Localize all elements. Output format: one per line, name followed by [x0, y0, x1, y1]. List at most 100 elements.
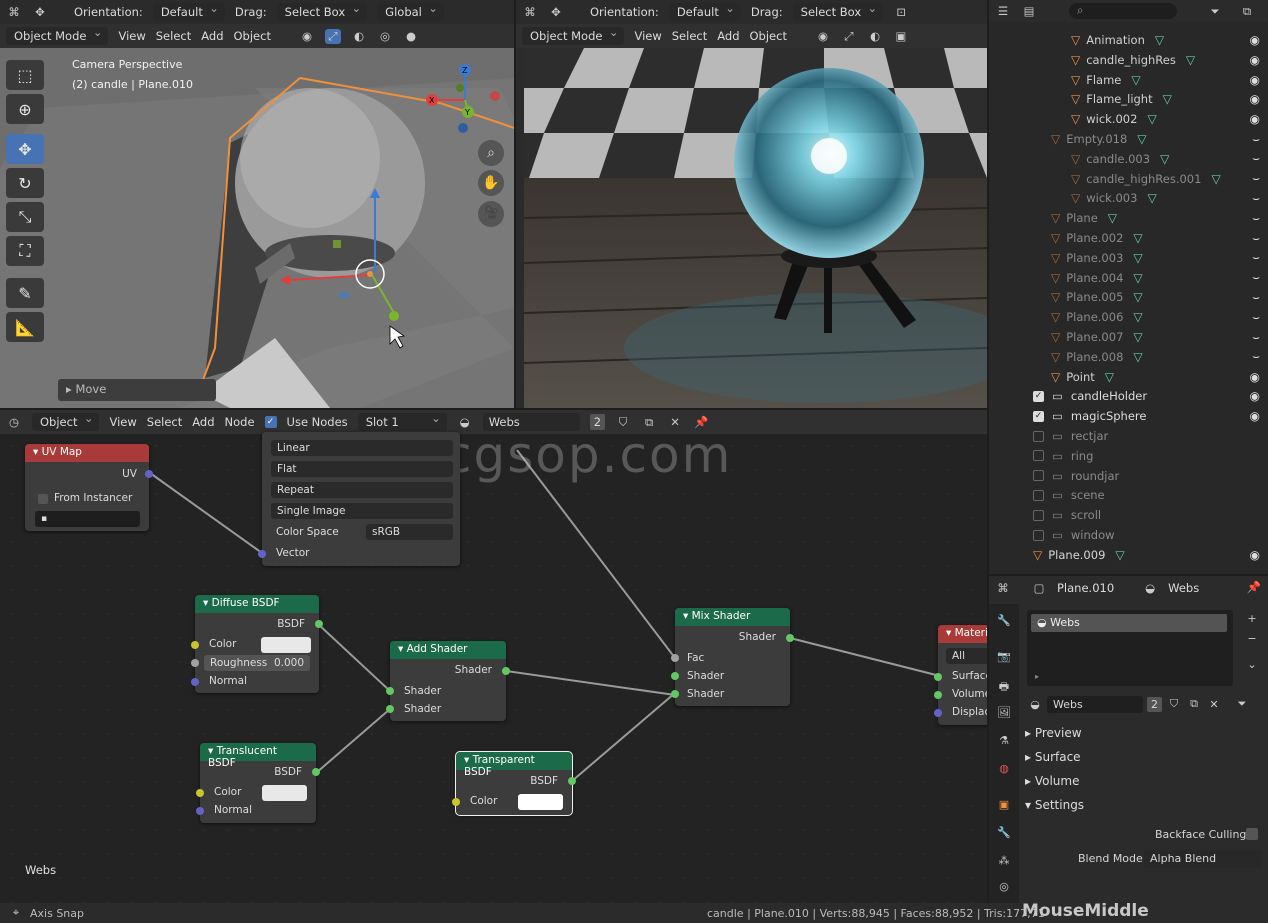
backface-culling-checkbox[interactable] [1246, 828, 1258, 840]
uv-output-socket[interactable] [145, 470, 153, 478]
displacement-input-socket[interactable] [934, 709, 942, 717]
cursor-tool-icon[interactable]: ⊕ [6, 94, 44, 124]
mesh-data-icon[interactable]: ▽ [1108, 211, 1117, 225]
mode-dropdown[interactable]: Object Mode [6, 25, 109, 45]
mesh-data-icon[interactable]: ▽ [1186, 53, 1195, 67]
rotate-tool-icon[interactable]: ↻ [6, 168, 44, 198]
volume-input-socket[interactable] [934, 691, 942, 699]
outliner-row[interactable]: ▽ Plane.003 ▽ ⌣ [989, 248, 1268, 268]
outliner-row[interactable]: ▽ Plane.009 ▽ ◉ [989, 545, 1268, 565]
eye-icon[interactable]: ◉ [1250, 548, 1260, 562]
mesh-data-icon[interactable]: ▽ [1131, 73, 1140, 87]
hidden-eye-icon[interactable]: ⌣ [1252, 330, 1260, 345]
outliner-row[interactable]: ▽ Plane.005 ▽ ⌣ [989, 287, 1268, 307]
outliner-row[interactable]: ▽ candle_highRes.001 ▽ ⌣ [989, 169, 1268, 189]
settings-panel-header[interactable]: ▾ Settings [1025, 798, 1084, 812]
preview-panel-header[interactable]: ▸ Preview [1025, 726, 1082, 740]
hidden-eye-icon[interactable]: ⌣ [1252, 349, 1260, 364]
filter-icon[interactable]: ⏷ [1207, 4, 1223, 19]
eye-icon[interactable]: ◉ [1250, 370, 1260, 384]
transform-tool-icon[interactable]: ⛶ [6, 236, 44, 266]
slot-specials-icon[interactable]: ⌄ [1244, 658, 1260, 671]
xray-icon[interactable]: ◐ [867, 29, 883, 43]
eye-icon[interactable]: ◉ [1250, 73, 1260, 87]
vector-input-socket[interactable] [258, 550, 266, 558]
modifier-tab-icon[interactable]: 🔧 [996, 826, 1012, 839]
transparent-bsdf-output-socket[interactable] [568, 777, 576, 785]
overlay-icon[interactable]: ◉ [299, 29, 315, 43]
eye-icon[interactable]: ◉ [1250, 389, 1260, 403]
mesh-data-icon[interactable]: ▽ [1211, 172, 1220, 186]
outliner-row[interactable]: ▽ Plane.006 ▽ ⌣ [989, 307, 1268, 327]
material-slot-list[interactable]: ◒ Webs ▸ [1027, 610, 1233, 686]
diffuse-node-header[interactable]: ▾ Diffuse BSDF [195, 595, 319, 613]
eye-icon[interactable]: ◉ [1250, 409, 1260, 423]
scene-tab-icon[interactable]: ⚗ [996, 734, 1012, 747]
blend-mode-dropdown[interactable]: Alpha Blend [1144, 850, 1262, 868]
menu-object[interactable]: Object [750, 29, 787, 43]
menu-object[interactable]: Object [234, 29, 271, 43]
orientation-dropdown[interactable]: Default [668, 1, 741, 21]
transparent-color-swatch[interactable] [518, 794, 563, 810]
display-mode-icon[interactable]: ▤ [1021, 4, 1037, 18]
mesh-data-icon[interactable]: ▽ [1133, 251, 1142, 265]
editor-type-icon[interactable]: ⌘ [6, 5, 22, 19]
list-expand-handle[interactable]: ▸ [1035, 672, 1039, 681]
mesh-data-icon[interactable]: ▽ [1133, 231, 1142, 245]
diffuse-color-socket[interactable] [191, 641, 199, 649]
add-shader-output-socket[interactable] [502, 667, 510, 675]
collection-checkbox[interactable]: ✓ [1033, 410, 1044, 422]
mix-fac-socket[interactable] [671, 654, 679, 662]
collection-row[interactable]: ▭ scroll [989, 505, 1268, 525]
add-slot-icon[interactable]: + [1244, 612, 1260, 625]
uv-map-node[interactable]: ▾ UV Map UV From Instancer ▪ [25, 444, 153, 531]
context-object-label[interactable]: Plane.010 [1057, 581, 1114, 595]
outliner-row[interactable]: ▽ Empty.018 ▽ ⌣ [989, 129, 1268, 149]
surface-panel-header[interactable]: ▸ Surface [1025, 750, 1081, 764]
eye-icon[interactable]: ◉ [1250, 33, 1260, 47]
outliner-row[interactable]: ▽ Flame ▽ ◉ [989, 70, 1268, 90]
mix-shader-node[interactable]: ▾ Mix Shader Shader Fac Shader Shader [671, 608, 794, 706]
collection-checkbox[interactable] [1033, 470, 1044, 482]
pin-icon[interactable]: 📌 [1246, 580, 1262, 594]
editor-type-icon[interactable]: ⌘ [995, 581, 1011, 595]
outliner-row[interactable]: ▽ Plane.004 ▽ ⌣ [989, 268, 1268, 288]
outliner-row[interactable]: ▽ Plane.007 ▽ ⌣ [989, 327, 1268, 347]
color-space-dropdown[interactable]: sRGB [366, 524, 453, 540]
mix-shader-input1-socket[interactable] [671, 672, 679, 680]
diffuse-bsdf-output-socket[interactable] [315, 620, 323, 628]
camera-view-icon[interactable]: 🎥 [478, 201, 504, 227]
editor-type-icon[interactable]: ⌘ [522, 5, 538, 19]
move-tool-icon[interactable]: ✥ [6, 134, 44, 164]
menu-select[interactable]: Select [672, 29, 707, 43]
mesh-data-icon[interactable]: ▽ [1160, 152, 1169, 166]
mesh-data-icon[interactable]: ▽ [1147, 191, 1156, 205]
zoom-icon[interactable]: ⌕ [478, 140, 504, 166]
transparent-color-socket[interactable] [452, 798, 460, 806]
transparent-bsdf-node[interactable]: ▾ Transparent BSDF BSDF Color [452, 751, 576, 816]
mesh-data-icon[interactable]: ▽ [1155, 33, 1164, 47]
mix-shader-output-socket[interactable] [786, 634, 794, 642]
overlay-icon[interactable]: ◉ [815, 29, 831, 43]
mode-dropdown[interactable]: Object Mode [522, 25, 625, 45]
menu-view[interactable]: View [118, 29, 145, 43]
collection-checkbox[interactable] [1033, 430, 1044, 442]
object-tab-icon[interactable]: ▣ [996, 798, 1012, 811]
material-output-node[interactable]: ▾ Materi All Surface Volume Displac [934, 625, 987, 725]
hidden-eye-icon[interactable]: ⌣ [1252, 231, 1260, 246]
scale-tool-icon[interactable]: ⤡ [6, 202, 44, 232]
outliner-row[interactable]: ▽ Plane.008 ▽ ⌣ [989, 347, 1268, 367]
eye-icon[interactable]: ◉ [1250, 53, 1260, 67]
drag-dropdown[interactable]: Select Box [276, 1, 368, 21]
outliner-row[interactable]: ▽ wick.003 ▽ ⌣ [989, 188, 1268, 208]
orientation-dropdown[interactable]: Default [152, 1, 225, 21]
material-name-input[interactable]: Webs [1047, 695, 1143, 713]
world-tab-icon[interactable]: ◍ [996, 762, 1012, 775]
fake-user-icon[interactable]: ⛉ [1166, 697, 1182, 711]
hidden-eye-icon[interactable]: ⌣ [1252, 132, 1260, 147]
add-shader-input2-socket[interactable] [386, 705, 394, 713]
gizmo-toggle-icon[interactable]: ⤢ [324, 28, 341, 44]
hidden-eye-icon[interactable]: ⌣ [1252, 171, 1260, 186]
interpolation-dropdown[interactable]: Linear [271, 440, 453, 456]
outliner[interactable]: ☰ ▤ ⌕ ⏷ ⧉ ▽ Animation ▽ ◉ ▽ candle_highRes ▽ ◉ ▽… [989, 0, 1268, 574]
